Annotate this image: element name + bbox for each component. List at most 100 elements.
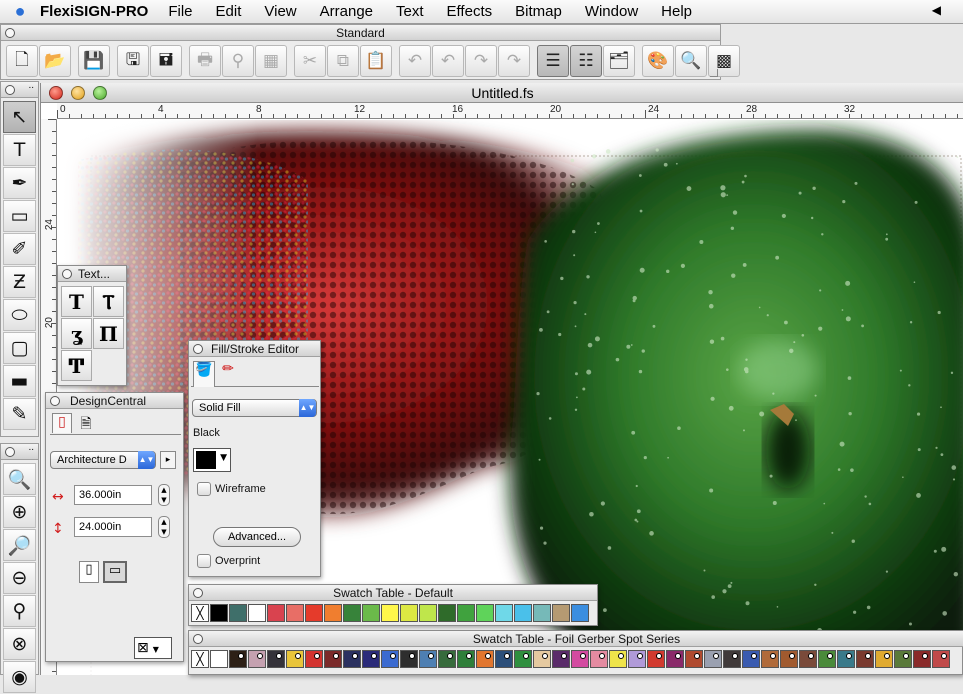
production-manager-button[interactable]: ▦ [255, 45, 287, 77]
close-icon[interactable] [193, 634, 203, 644]
zoom-tool-7-icon[interactable]: ◉ [3, 661, 36, 693]
color-palette-button[interactable]: 🎨 [642, 45, 674, 77]
menu-window[interactable]: Window [585, 3, 638, 20]
document-tab-icon[interactable]: 🗎 [76, 413, 96, 433]
text-tool-3-icon[interactable]: ʓ [61, 318, 92, 349]
foil-swatch[interactable] [438, 650, 456, 668]
tool-4-icon[interactable]: ▭ [3, 200, 36, 232]
default-swatch[interactable] [286, 604, 304, 622]
horizontal-ruler[interactable]: 0 4 8 12 16 20 24 28 32 [57, 103, 963, 119]
default-swatch[interactable] [438, 604, 456, 622]
apple-menu-icon[interactable]: ● [0, 1, 40, 22]
tool-2-icon[interactable]: T [3, 134, 36, 166]
foil-swatch[interactable] [457, 650, 475, 668]
height-stepper[interactable]: ▲ ▼ [158, 516, 170, 538]
minimize-window-button[interactable] [71, 86, 85, 100]
zoom-tool-1-icon[interactable]: 🔍 [3, 463, 36, 495]
new-document-button[interactable]: 🗋 [6, 45, 38, 77]
fill-bucket-icon[interactable]: 🪣 [193, 361, 215, 387]
foil-swatch[interactable] [533, 650, 551, 668]
menu-effects[interactable]: Effects [447, 3, 493, 20]
portrait-orientation-button[interactable]: ▯ [79, 561, 99, 583]
print-button[interactable]: 🖶 [189, 45, 221, 77]
foil-swatch[interactable] [476, 650, 494, 668]
page-size-dropdown[interactable]: Architecture D ▲▼ [50, 451, 156, 469]
tool-8-icon[interactable]: ▢ [3, 332, 36, 364]
save-button[interactable]: 💾 [78, 45, 110, 77]
foil-swatch[interactable] [932, 650, 950, 668]
default-swatch[interactable] [229, 604, 247, 622]
layers-button[interactable]: 🗂 [603, 45, 635, 77]
foil-swatch[interactable] [647, 650, 665, 668]
foil-swatch[interactable] [495, 650, 513, 668]
default-swatch[interactable] [210, 604, 228, 622]
resize-handle[interactable] [710, 69, 718, 77]
tool-6-icon[interactable]: Ƶ [3, 266, 36, 298]
default-swatch[interactable] [362, 604, 380, 622]
page-tab-icon[interactable]: ▯ [52, 413, 72, 433]
foil-swatch[interactable] [761, 650, 779, 668]
foil-swatch[interactable] [875, 650, 893, 668]
default-swatch[interactable] [514, 604, 532, 622]
menu-text[interactable]: Text [396, 3, 424, 20]
default-swatch[interactable] [305, 604, 323, 622]
foil-swatch[interactable] [267, 650, 285, 668]
default-swatch[interactable] [381, 604, 399, 622]
foil-swatch[interactable] [305, 650, 323, 668]
default-swatch[interactable] [571, 604, 589, 622]
foil-swatch[interactable] [571, 650, 589, 668]
cut-sign-button[interactable]: ⚲ [222, 45, 254, 77]
export-button[interactable]: 🖬 [150, 45, 182, 77]
default-swatch[interactable] [533, 604, 551, 622]
app-menu[interactable]: FlexiSIGN-PRO [40, 3, 148, 20]
text-tool-4-icon[interactable]: Π [93, 318, 124, 349]
advanced-button[interactable]: Advanced... [213, 527, 301, 547]
foil-swatch[interactable] [856, 650, 874, 668]
default-swatch[interactable] [495, 604, 513, 622]
foil-swatch[interactable] [742, 650, 760, 668]
default-swatch[interactable] [419, 604, 437, 622]
copy-button[interactable]: ⧉ [327, 45, 359, 77]
foil-swatch[interactable] [666, 650, 684, 668]
width-stepper[interactable]: ▲ ▼ [158, 484, 170, 506]
foil-swatch[interactable] [685, 650, 703, 668]
default-swatch[interactable]: ╳ [191, 604, 209, 622]
default-swatch[interactable] [267, 604, 285, 622]
foil-swatch[interactable] [609, 650, 627, 668]
close-icon[interactable] [50, 396, 60, 406]
close-icon[interactable] [5, 447, 15, 457]
foil-swatch[interactable] [362, 650, 380, 668]
wireframe-checkbox[interactable] [197, 482, 211, 496]
menu-edit[interactable]: Edit [216, 3, 242, 20]
zoom-window-button[interactable] [93, 86, 107, 100]
speaker-icon[interactable]: ◀ [932, 3, 941, 17]
import-button[interactable]: 🖫 [117, 45, 149, 77]
zoom-tool-5-icon[interactable]: ⚲ [3, 595, 36, 627]
close-icon[interactable] [193, 588, 203, 598]
default-swatch[interactable] [324, 604, 342, 622]
foil-swatch[interactable] [229, 650, 247, 668]
foil-swatch[interactable] [343, 650, 361, 668]
foil-swatch[interactable] [210, 650, 228, 668]
foil-swatch[interactable] [799, 650, 817, 668]
menu-arrange[interactable]: Arrange [320, 3, 373, 20]
text-tool-2-icon[interactable]: Ⲧ [93, 286, 124, 317]
default-swatch[interactable] [552, 604, 570, 622]
foil-swatch[interactable] [780, 650, 798, 668]
open-button[interactable]: 📂 [39, 45, 71, 77]
foil-swatch[interactable] [286, 650, 304, 668]
foil-swatch[interactable] [400, 650, 418, 668]
tool-7-icon[interactable]: ⬭ [3, 299, 36, 331]
foil-swatch[interactable] [628, 650, 646, 668]
menu-help[interactable]: Help [661, 3, 692, 20]
default-swatch[interactable] [343, 604, 361, 622]
foil-swatch[interactable]: ╳ [191, 650, 209, 668]
tool-3-icon[interactable]: ✒ [3, 167, 36, 199]
close-window-button[interactable] [49, 86, 63, 100]
close-icon[interactable] [193, 344, 203, 354]
height-field[interactable]: 24.000in [74, 517, 152, 537]
zoom-tool-6-icon[interactable]: ⊗ [3, 628, 36, 660]
object-list-button[interactable]: ☷ [570, 45, 602, 77]
foil-swatch[interactable] [704, 650, 722, 668]
stroke-pencil-icon[interactable]: ✏ [217, 361, 239, 383]
